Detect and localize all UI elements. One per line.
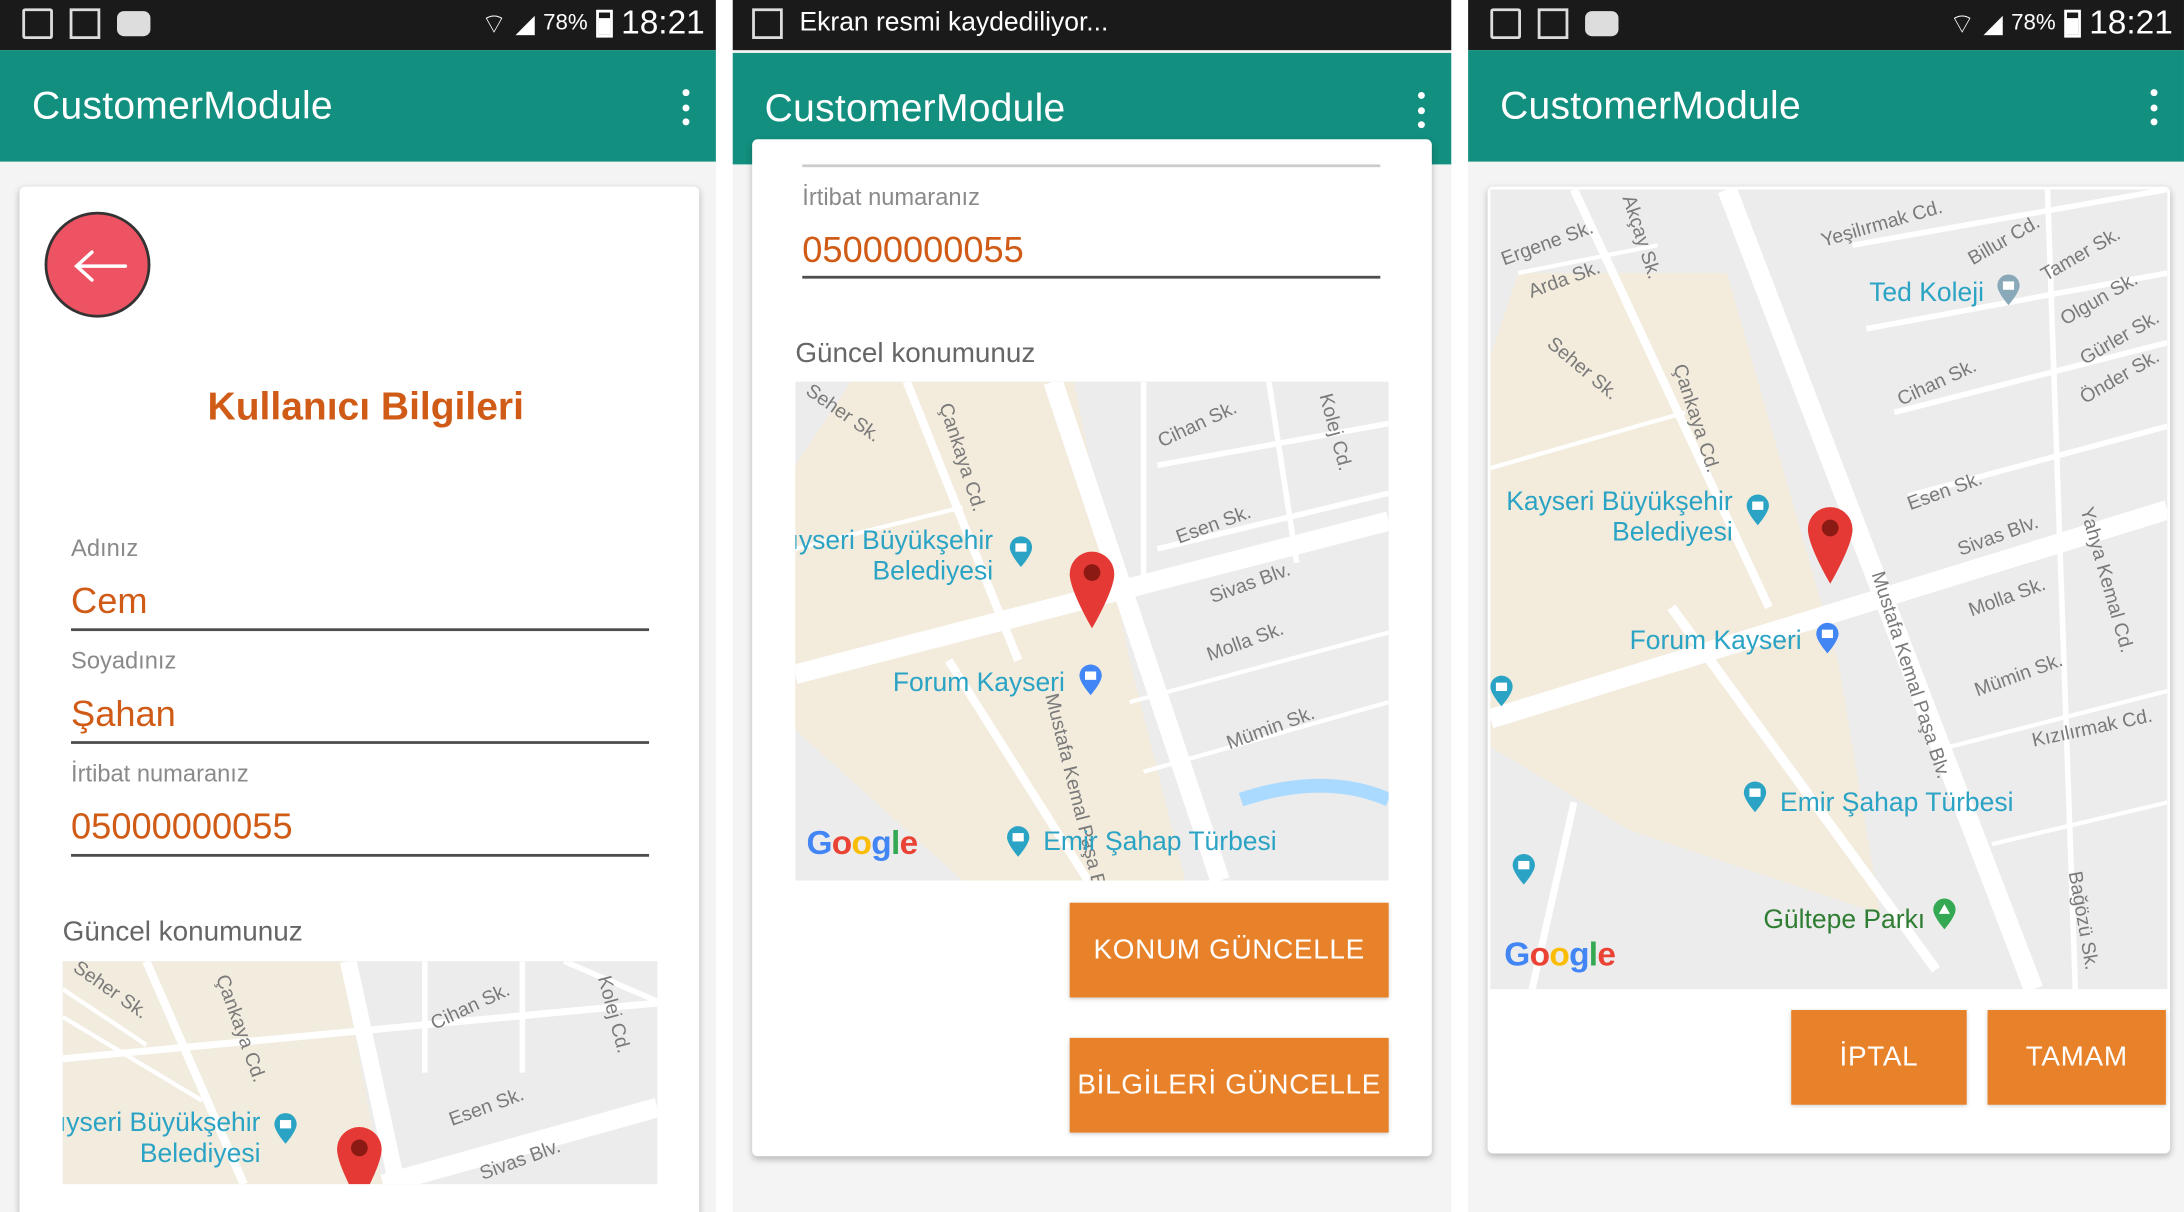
- youtube-icon: [116, 11, 151, 37]
- poi-buyuksehir: Kayseri Büyükşehir Belediyesi: [1504, 487, 1733, 549]
- select-location-map[interactable]: Ergene Sk. Arda Sk. Akçay Sk. Yeşilırmak…: [1490, 189, 2168, 990]
- poi-gultepe: Gültepe Parkı: [1763, 905, 1926, 935]
- poi-ted: Ted Koleji: [1869, 278, 1984, 308]
- overflow-menu-icon[interactable]: [682, 89, 690, 126]
- sim-icon: [22, 8, 53, 40]
- arrow-left-icon: [74, 250, 128, 282]
- location-pin-icon: [337, 1127, 382, 1185]
- name-underline: [71, 628, 650, 631]
- poi-buyuksehir-line2: Belediyesi: [1612, 518, 1733, 548]
- battery-percent: 78%: [543, 11, 588, 35]
- name-label: Adınız: [71, 534, 139, 562]
- gallery-icon: [69, 8, 101, 40]
- phone-underline: [802, 275, 1381, 278]
- screen-map-dialog: ⌔ ◢ 78% 18:21 CustomerModule Ergene Sk. …: [1468, 0, 2184, 1212]
- surname-field[interactable]: Şahan: [71, 692, 176, 735]
- app-bar: CustomerModule: [0, 50, 716, 162]
- app-title: CustomerModule: [1500, 83, 1801, 127]
- surname-label: Soyadınız: [71, 647, 177, 675]
- overflow-menu-icon[interactable]: [2150, 89, 2159, 126]
- sim-icon: [1490, 8, 1521, 40]
- location-map[interactable]: Seher Sk. Çankaya Cd. Cihan Sk. Kolej Cd…: [795, 381, 1389, 881]
- poi-buyuksehir-line2: Belediyesi: [872, 557, 994, 587]
- status-bar: ⌔ ◢ 78% 18:21: [0, 0, 716, 51]
- status-bar: Ekran resmi kaydediliyor...: [732, 0, 1452, 51]
- google-logo: Google: [806, 824, 918, 863]
- overflow-menu-icon[interactable]: [1417, 91, 1426, 129]
- phone-label: İrtibat numaranız: [71, 760, 249, 788]
- poi-building-icon: [274, 1113, 297, 1144]
- location-pin-icon: [1807, 507, 1853, 584]
- top-underline: [802, 164, 1381, 167]
- poi-forum: Forum Kayseri: [892, 668, 1065, 698]
- poi-school-icon: [1997, 274, 2020, 306]
- youtube-icon: [1585, 11, 1619, 37]
- clock: 18:21: [2089, 4, 2173, 42]
- signal-icon: ◢: [1983, 9, 2003, 37]
- poi-shopping-icon: [1079, 664, 1102, 696]
- poi-shopping-icon: [1816, 622, 1839, 654]
- poi-buyuksehir: ıyseri Büyükşehir Belediyesi: [63, 1109, 261, 1170]
- profile-card: İrtibat numaranız 05000000055 Güncel kon…: [752, 139, 1432, 1157]
- google-logo: Google: [1504, 936, 1616, 974]
- app-title: CustomerModule: [764, 86, 1066, 130]
- signal-icon: ◢: [515, 9, 535, 37]
- battery-icon: [2064, 9, 2081, 38]
- update-location-button[interactable]: KONUM GÜNCELLE: [1069, 902, 1389, 998]
- poi-museum-icon: [1512, 853, 1535, 885]
- app-bar: CustomerModule: [1468, 50, 2184, 162]
- poi-buyuksehir-line1: ıyseri Büyükşehir: [795, 526, 994, 556]
- poi-buyuksehir-line1: ıyseri Büyükşehir: [62, 1108, 261, 1139]
- location-title: Güncel konumunuz: [62, 916, 303, 948]
- app-title: CustomerModule: [32, 83, 333, 127]
- phone-underline: [71, 853, 650, 857]
- poi-monument-icon: [1007, 826, 1030, 857]
- battery-icon: [596, 9, 613, 38]
- screen-profile: ⌔ ◢ 78% 18:21 CustomerModule Kullanıcı B…: [0, 0, 716, 1212]
- wifi-icon: ⌔: [1948, 9, 1976, 40]
- wifi-icon: ⌔: [480, 9, 508, 40]
- recording-notice: Ekran resmi kaydediliyor...: [799, 8, 1109, 38]
- cancel-button[interactable]: İPTAL: [1791, 1009, 1967, 1105]
- poi-emir: Emir Şahap Türbesi: [1043, 827, 1277, 857]
- phone-field[interactable]: 05000000055: [802, 228, 1024, 271]
- name-field[interactable]: Cem: [71, 580, 147, 623]
- phone-label: İrtibat numaranız: [802, 183, 980, 211]
- phone-field[interactable]: 05000000055: [71, 805, 293, 848]
- profile-card: Kullanıcı Bilgileri Adınız Cem Soyadınız…: [19, 186, 700, 1212]
- poi-monument-icon: [1490, 675, 1513, 707]
- poi-park-icon: [1933, 898, 1956, 930]
- poi-building-icon: [1009, 536, 1033, 567]
- screen-scrolled: Ekran resmi kaydediliyor... CustomerModu…: [732, 0, 1452, 1212]
- gallery-icon: [1537, 8, 1569, 40]
- poi-building-icon: [1746, 494, 1769, 526]
- location-title: Güncel konumunuz: [795, 338, 1036, 370]
- update-info-button[interactable]: BİLGİLERİ GÜNCELLE: [1069, 1037, 1389, 1133]
- location-pin-icon: [1069, 551, 1115, 629]
- map-dialog: Ergene Sk. Arda Sk. Akçay Sk. Yeşilırmak…: [1487, 186, 2171, 1154]
- ok-button[interactable]: TAMAM: [1987, 1009, 2166, 1105]
- location-map[interactable]: Seher Sk. Çankaya Cd. Cihan Sk. Kolej Cd…: [62, 961, 658, 1185]
- clock: 18:21: [621, 4, 705, 42]
- battery-percent: 78%: [2011, 11, 2056, 35]
- surname-underline: [71, 741, 650, 744]
- page-heading: Kullanıcı Bilgileri: [207, 384, 524, 428]
- poi-buyuksehir: ıyseri Büyükşehir Belediyesi: [795, 527, 993, 588]
- poi-forum: Forum Kayseri: [1629, 626, 1802, 657]
- poi-emir: Emir Şahap Türbesi: [1780, 788, 2014, 818]
- poi-buyuksehir-line1: Kayseri Büyükşehir: [1506, 487, 1733, 517]
- back-button[interactable]: [44, 211, 151, 318]
- screenshot-icon: [752, 8, 783, 40]
- poi-tomb-icon: [1743, 781, 1767, 813]
- status-bar: ⌔ ◢ 78% 18:21: [1468, 0, 2184, 51]
- poi-buyuksehir-line2: Belediyesi: [139, 1139, 261, 1169]
- map-roads: [795, 381, 1389, 881]
